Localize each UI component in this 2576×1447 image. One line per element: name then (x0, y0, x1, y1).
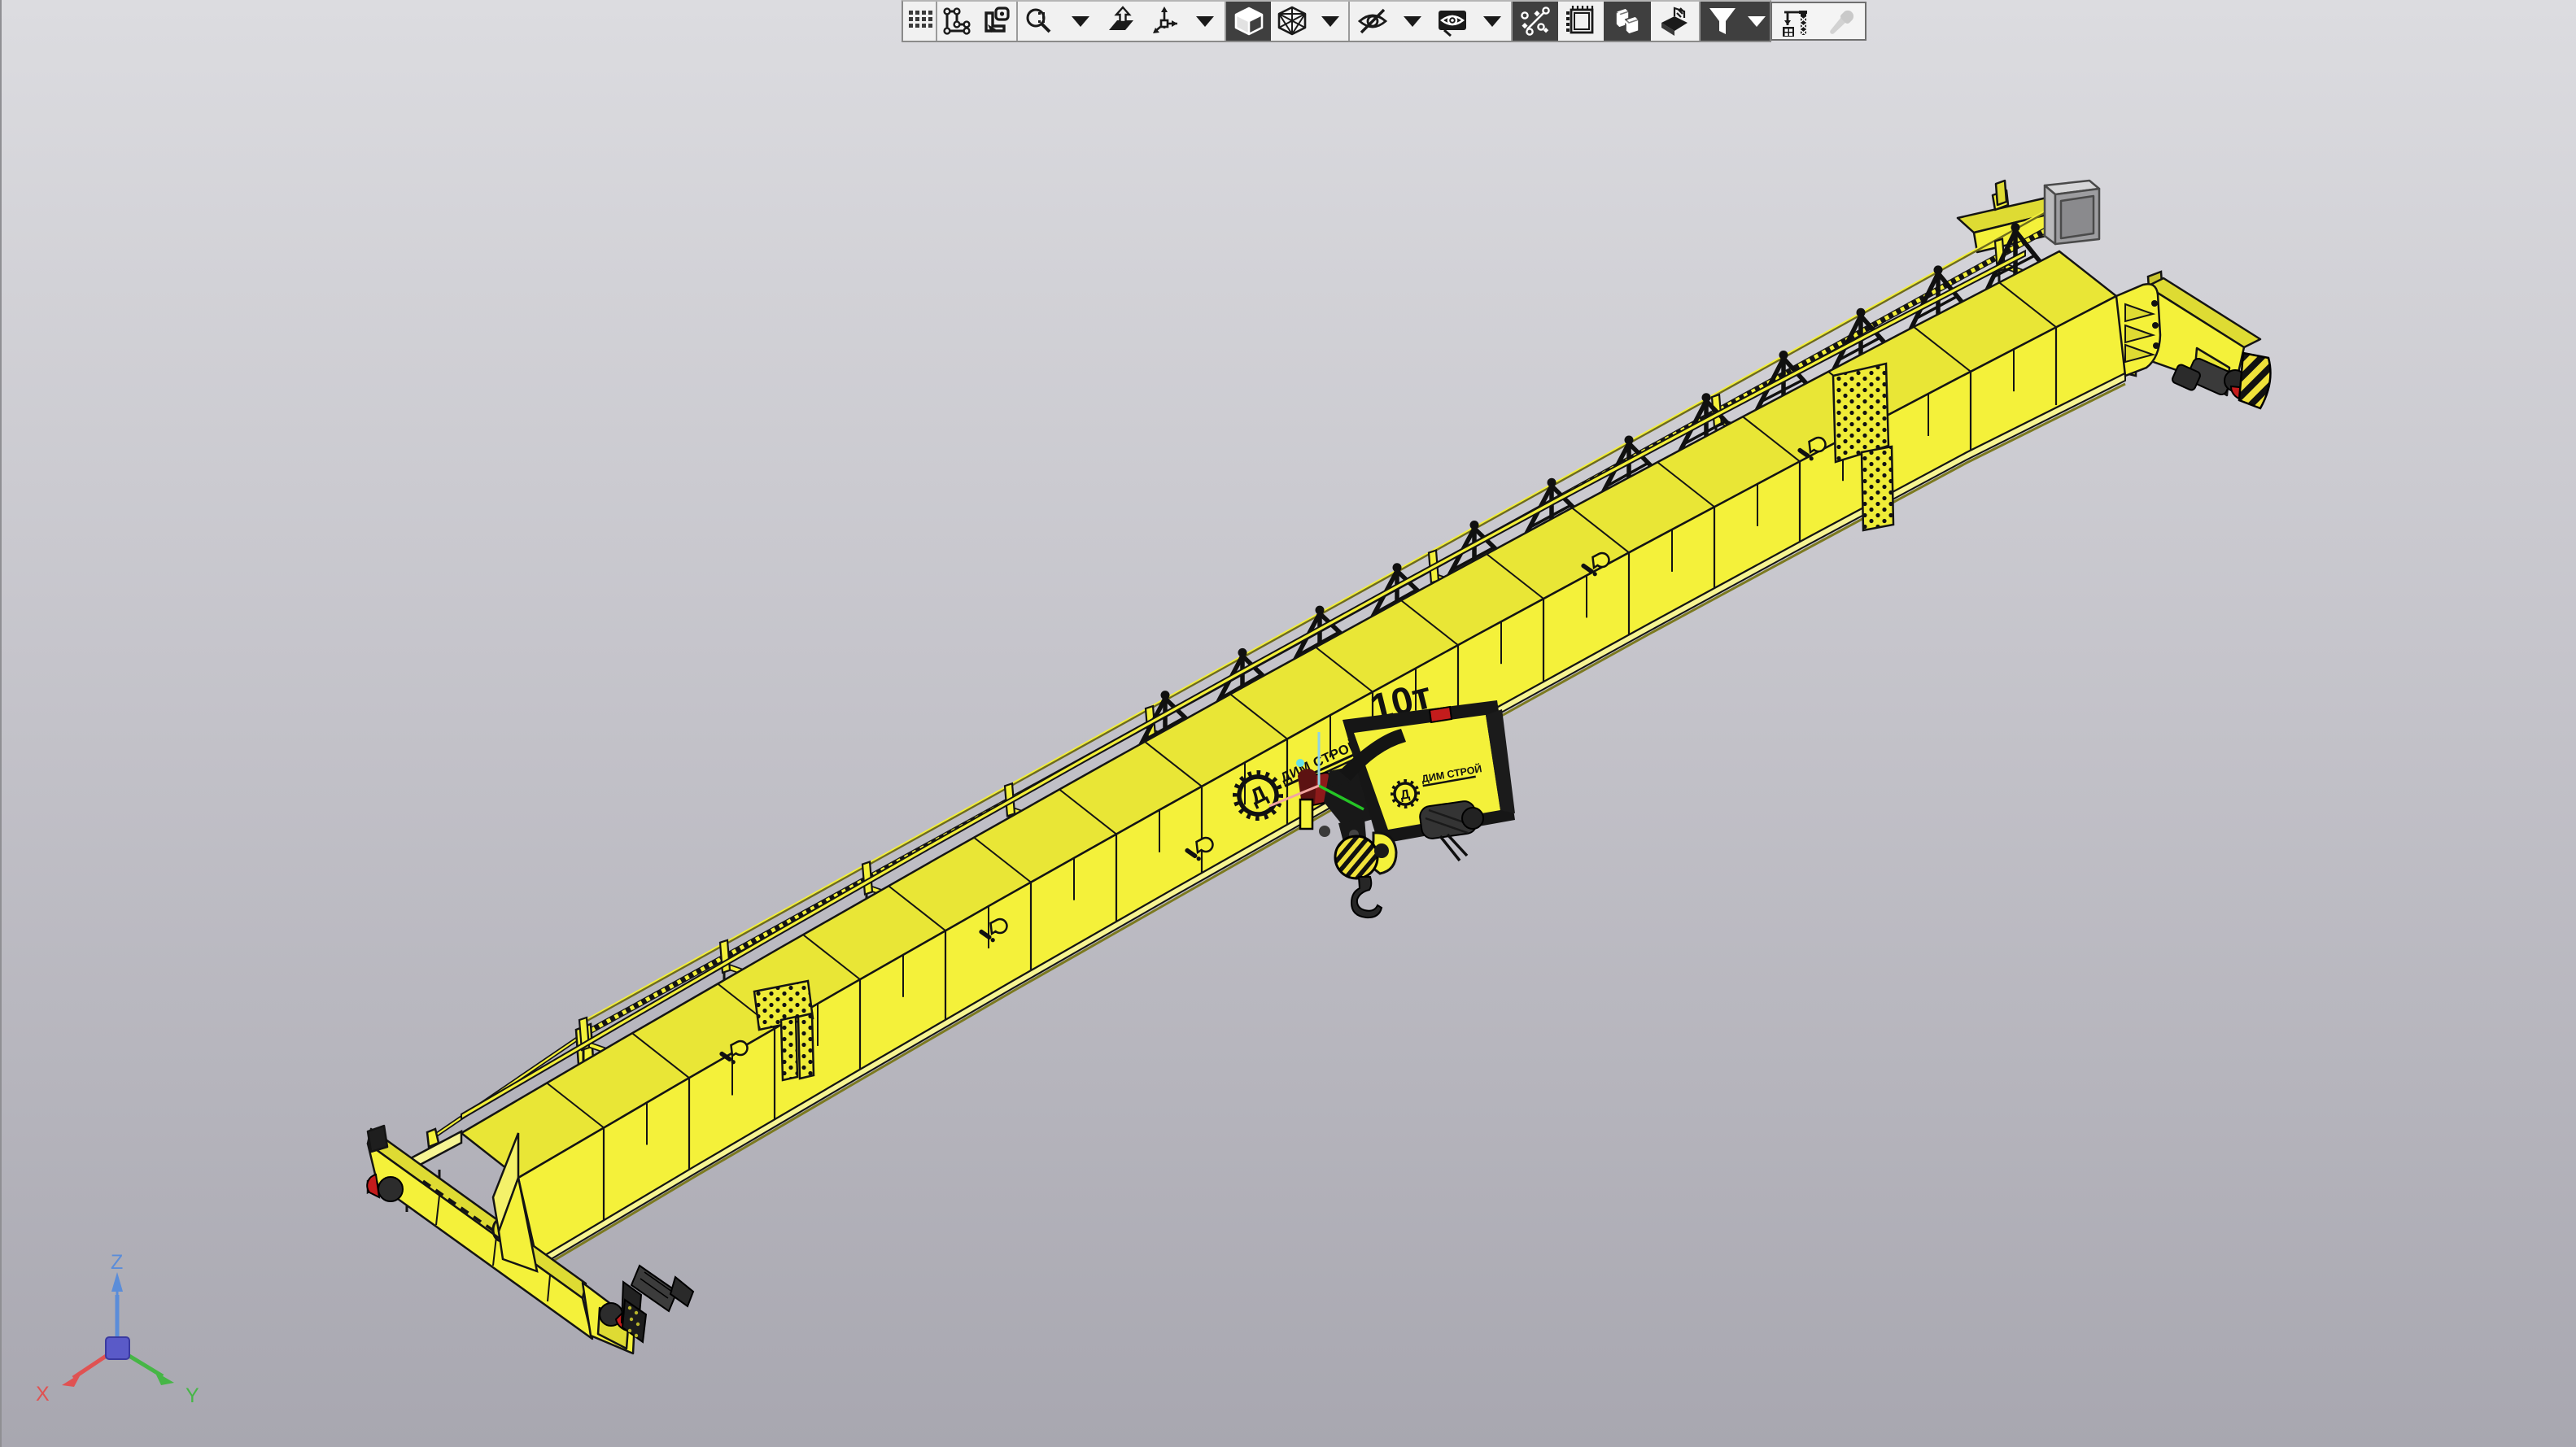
svg-text:X: X (36, 1383, 50, 1406)
svg-text:Y: Y (186, 1384, 199, 1407)
svg-text:Z: Z (111, 1251, 123, 1274)
